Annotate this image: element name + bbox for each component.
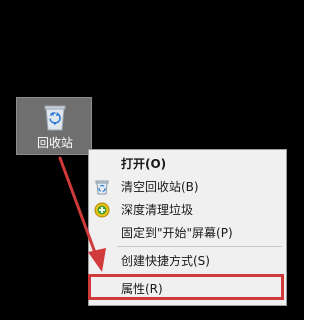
annotation-arrow [58, 156, 106, 272]
